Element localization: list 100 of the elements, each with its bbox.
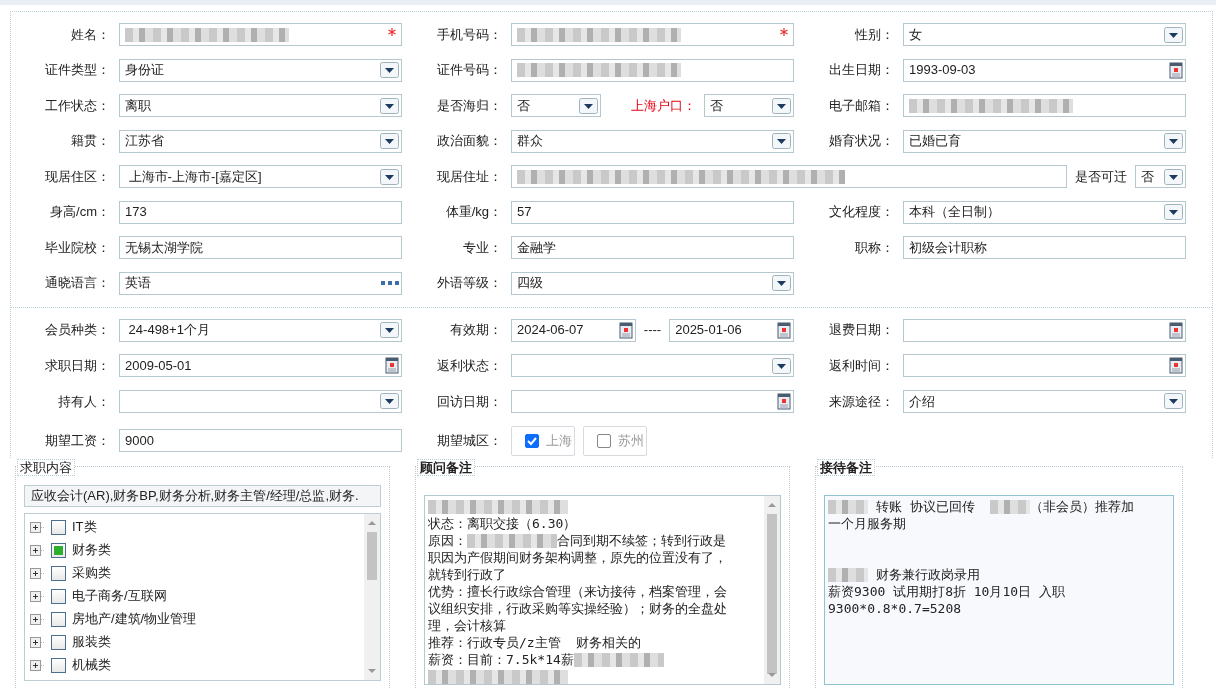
select-field[interactable]: [511, 354, 794, 378]
checkbox[interactable]: [51, 634, 66, 650]
tree-item[interactable]: 电子商务/互联网: [72, 586, 167, 606]
checkbox[interactable]: [51, 565, 66, 581]
input-field[interactable]: [511, 58, 794, 82]
select-field[interactable]: 四级: [511, 271, 794, 295]
date-field[interactable]: 2025-01-06: [669, 318, 794, 342]
select-field[interactable]: 身份证: [119, 58, 402, 82]
note-text: 合同到期不续签；转到行政是: [557, 532, 726, 548]
field-label: 返利状态：: [436, 356, 502, 375]
caret-icon: [380, 62, 399, 78]
select-field[interactable]: [119, 389, 402, 413]
field-label: 证件类型：: [44, 61, 110, 80]
note-text: 理，会计核算: [428, 617, 506, 633]
date-field[interactable]: [903, 318, 1186, 342]
caret-icon: [772, 97, 791, 114]
select-field[interactable]: 否: [511, 94, 601, 117]
input-field[interactable]: 初级会计职称: [903, 236, 1186, 259]
field-label: 上海户口：: [631, 96, 696, 115]
select-field[interactable]: 本科（全日制）: [903, 200, 1186, 224]
input-field[interactable]: 9000: [119, 429, 402, 453]
calendar-icon: [1169, 357, 1183, 375]
checkbox[interactable]: [51, 588, 66, 604]
checkbox[interactable]: [51, 657, 66, 673]
tree-item[interactable]: 服装类: [72, 632, 111, 652]
select-field[interactable]: 24-498+1个月: [119, 318, 402, 342]
select-field[interactable]: 江苏省: [119, 129, 402, 153]
input-field[interactable]: [511, 23, 794, 46]
field-label: 退费日期：: [828, 321, 894, 340]
field-label: 性别：: [854, 25, 894, 44]
caret-icon: [1164, 168, 1183, 185]
field-label: 体重/kg：: [444, 203, 502, 222]
note-text: 议组织安排，行政采购等实操经验）；财务的全盘处: [428, 600, 727, 616]
date-field[interactable]: [511, 389, 794, 413]
tree-item[interactable]: IT类: [72, 517, 97, 537]
select-field[interactable]: 离职: [119, 94, 402, 117]
note-text: 状态：离职交接（6.30）: [428, 515, 577, 531]
caret-icon: [1164, 204, 1183, 220]
select-field[interactable]: 女: [903, 23, 1186, 46]
note-text: （非会员）推荐加: [1030, 498, 1135, 514]
note-text: 薪资9300 试用期打8折 10月10日 入职: [828, 583, 1065, 599]
notes-field[interactable]: 转账 协议已回传 （非会员）推荐加 一个月服务期 财务兼行政岗录用 薪资9300 试用期打8折 10月10日 入职 9300*0.8*0.7=5208: [824, 494, 1174, 685]
date-field[interactable]: 2009-05-01: [119, 354, 402, 378]
note-text: 9300*0.8*0.7=5208: [828, 600, 962, 616]
select-field[interactable]: 否: [704, 94, 794, 117]
select-field[interactable]: 已婚已育: [903, 129, 1186, 153]
caret-icon: [1164, 133, 1183, 149]
expand-icon: [30, 659, 45, 671]
tree-item[interactable]: 房地产/建筑/物业管理: [72, 609, 197, 629]
lookup-field[interactable]: 英语: [119, 271, 402, 295]
expand-icon: [30, 613, 45, 625]
caret-icon: [1164, 26, 1183, 43]
field-label: 出生日期：: [828, 61, 894, 80]
scrollbar[interactable]: [364, 513, 380, 680]
caret-icon: [579, 97, 598, 114]
field-label: 外语等级：: [436, 274, 502, 293]
field-label: 现居住区：: [44, 167, 110, 186]
down-arrow-icon: [368, 667, 376, 674]
field-label: 工作状态：: [44, 96, 110, 115]
notes-field[interactable]: 状态：离职交接（6.30） 原因： 合同到期不续签；转到行政是 职因为产假期间财务架构调整，原先的位置没有了， 就转到行政了 优势：擅长行政综合管理（来访接待，档案管理，会 议组织安排，行政采购等实操经验）；财务的全盘处 理，会计核算 推荐：行政专员/z主管 财务相关的 薪资：目前：7.5k*14薪: [424, 494, 781, 685]
down-arrow-icon: [768, 671, 776, 678]
scrollbar-thumb[interactable]: [367, 531, 377, 580]
input-field[interactable]: 无锡太湖学院: [119, 236, 402, 259]
select-field[interactable]: 介绍: [903, 389, 1186, 413]
field-label: ----: [643, 321, 662, 340]
field-label: 文化程度：: [828, 203, 894, 222]
select-field[interactable]: 上海市-上海市-[嘉定区]: [119, 165, 402, 188]
scrollbar-thumb[interactable]: [767, 513, 777, 674]
checkbox[interactable]: [51, 519, 66, 535]
checkbox[interactable]: [51, 542, 66, 558]
field-label: 婚育状况：: [828, 132, 894, 151]
checkbox[interactable]: [51, 611, 66, 627]
date-field[interactable]: [903, 354, 1186, 378]
caret-icon: [772, 133, 791, 149]
scrollbar[interactable]: [764, 495, 780, 684]
select-field[interactable]: 群众: [511, 129, 794, 153]
input-field[interactable]: [903, 94, 1186, 117]
date-field[interactable]: 1993-09-03: [903, 58, 1186, 82]
field-label: 专业：: [462, 238, 502, 257]
caret-icon: [380, 168, 399, 185]
note-text: 职因为产假期间财务架构调整，原先的位置没有了，: [428, 549, 727, 565]
field-label: 职称：: [854, 238, 894, 257]
selection-field[interactable]: 应收会计(AR),财务BP,财务分析,财务主管/经理/总监,财务.: [24, 484, 381, 507]
caret-icon: [772, 275, 791, 291]
tree-item[interactable]: 采购类: [72, 563, 111, 583]
input-field[interactable]: 金融学: [511, 236, 794, 259]
select-field[interactable]: 否: [1135, 165, 1186, 188]
input-field[interactable]: [511, 165, 1067, 188]
field-label: 期望城区：: [436, 431, 502, 450]
field-label: 手机号码：: [436, 25, 502, 44]
tree-item[interactable]: 机械类: [72, 655, 111, 675]
date-field[interactable]: 2024-06-07: [511, 318, 636, 342]
tree-item[interactable]: 财务类: [72, 540, 111, 560]
input-field[interactable]: [119, 23, 402, 46]
field-label: 会员种类：: [44, 321, 110, 340]
input-field[interactable]: 173: [119, 200, 402, 224]
calendar-icon: [1169, 61, 1183, 79]
note-text: 就转到行政了: [428, 566, 506, 582]
input-field[interactable]: 57: [511, 200, 794, 224]
field-label: 证件号码：: [436, 61, 502, 80]
